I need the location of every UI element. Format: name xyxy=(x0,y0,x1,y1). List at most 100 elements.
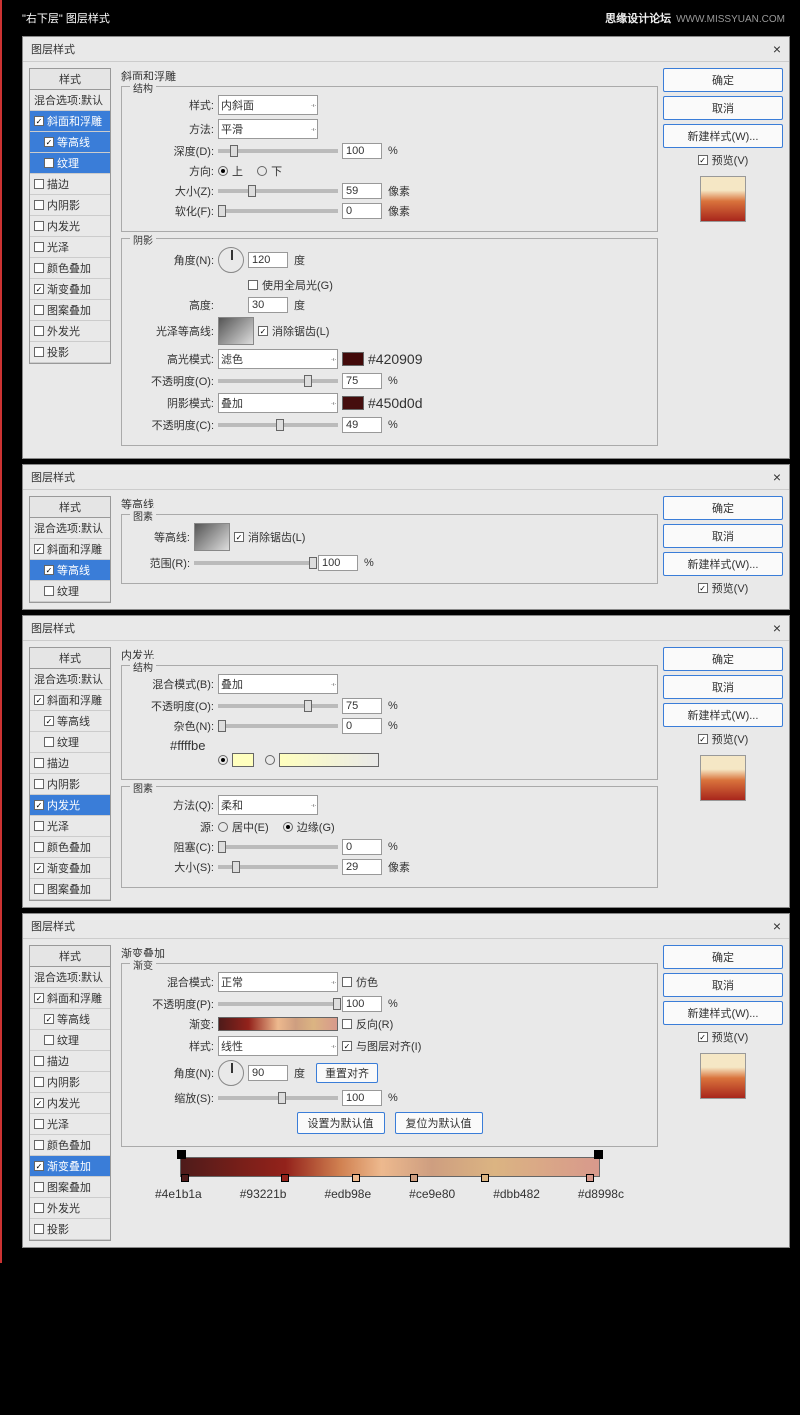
dither-chk[interactable] xyxy=(342,977,352,987)
angle-dial[interactable] xyxy=(218,1060,244,1086)
sh-mode-select[interactable]: 叠加 xyxy=(218,393,338,413)
list-item[interactable]: 内发光 xyxy=(30,216,110,237)
style-select[interactable]: 内斜面 xyxy=(218,95,318,115)
cancel-button[interactable]: 取消 xyxy=(663,96,783,120)
new-style-button[interactable]: 新建样式(W)... xyxy=(663,552,783,576)
new-style-button[interactable]: 新建样式(W)... xyxy=(663,124,783,148)
dir-up-radio[interactable] xyxy=(218,166,228,176)
close-icon[interactable]: × xyxy=(773,41,781,57)
chk[interactable] xyxy=(34,116,44,126)
align-chk[interactable] xyxy=(342,1041,352,1051)
list-item[interactable]: 光泽 xyxy=(30,237,110,258)
close-icon[interactable]: × xyxy=(773,918,781,934)
opacity-stop[interactable] xyxy=(594,1150,603,1159)
range-slider[interactable] xyxy=(194,561,314,565)
range-input[interactable]: 100 xyxy=(318,555,358,571)
cancel-button[interactable]: 取消 xyxy=(663,524,783,548)
list-item[interactable]: 纹理 xyxy=(30,581,110,602)
gloss-contour[interactable] xyxy=(218,317,254,345)
color-stop[interactable] xyxy=(481,1174,489,1182)
sh-swatch[interactable] xyxy=(342,396,364,410)
glow-gradient[interactable] xyxy=(279,753,379,767)
aa-chk[interactable] xyxy=(258,326,268,336)
color-stop[interactable] xyxy=(410,1174,418,1182)
styles-header[interactable]: 样式 xyxy=(29,68,111,90)
depth-input[interactable]: 100 xyxy=(342,143,382,159)
list-item[interactable]: 斜面和浮雕 xyxy=(30,539,110,560)
size-input[interactable]: 59 xyxy=(342,183,382,199)
dir-down-radio[interactable] xyxy=(257,166,267,176)
chk[interactable] xyxy=(34,326,44,336)
hl-swatch[interactable] xyxy=(342,352,364,366)
grad-radio[interactable] xyxy=(265,755,275,765)
reset-align-button[interactable]: 重置对齐 xyxy=(316,1063,378,1083)
list-item[interactable]: 等高线 xyxy=(30,132,110,153)
opacity-stop[interactable] xyxy=(177,1150,186,1159)
set-default-button[interactable]: 设置为默认值 xyxy=(297,1112,385,1134)
color-radio[interactable] xyxy=(218,755,228,765)
blend-default[interactable]: 混合选项:默认 xyxy=(30,90,110,111)
blend-select[interactable]: 叠加 xyxy=(218,674,338,694)
chk[interactable] xyxy=(44,158,54,168)
reverse-chk[interactable] xyxy=(342,1019,352,1029)
soften-input[interactable]: 0 xyxy=(342,203,382,219)
chk[interactable] xyxy=(34,347,44,357)
color-stop[interactable] xyxy=(181,1174,189,1182)
soften-slider[interactable] xyxy=(218,209,338,213)
new-style-button[interactable]: 新建样式(W)... xyxy=(663,703,783,727)
depth-slider[interactable] xyxy=(218,149,338,153)
list-item[interactable]: 图案叠加 xyxy=(30,300,110,321)
ok-button[interactable]: 确定 xyxy=(663,68,783,92)
hl-op-input[interactable]: 75 xyxy=(342,373,382,389)
chk[interactable] xyxy=(34,284,44,294)
new-style-button[interactable]: 新建样式(W)... xyxy=(663,1001,783,1025)
chk[interactable] xyxy=(44,137,54,147)
angle-dial[interactable] xyxy=(218,247,244,273)
reset-default-button[interactable]: 复位为默认值 xyxy=(395,1112,483,1134)
close-icon[interactable]: × xyxy=(773,469,781,485)
gradient-editor[interactable] xyxy=(180,1157,600,1177)
sh-op-input[interactable]: 49 xyxy=(342,417,382,433)
list-item[interactable]: 等高线 xyxy=(30,560,110,581)
edge-radio[interactable] xyxy=(283,822,293,832)
method-select[interactable]: 柔和 xyxy=(218,795,318,815)
center-radio[interactable] xyxy=(218,822,228,832)
ok-button[interactable]: 确定 xyxy=(663,647,783,671)
sh-op-slider[interactable] xyxy=(218,423,338,427)
chk[interactable] xyxy=(34,179,44,189)
chk[interactable] xyxy=(34,200,44,210)
chk[interactable] xyxy=(34,221,44,231)
list-item[interactable]: 内阴影 xyxy=(30,195,110,216)
angle-input[interactable]: 120 xyxy=(248,252,288,268)
close-icon[interactable]: × xyxy=(773,620,781,636)
chk[interactable] xyxy=(34,242,44,252)
list-item[interactable]: 颜色叠加 xyxy=(30,258,110,279)
size-slider[interactable] xyxy=(218,189,338,193)
ok-button[interactable]: 确定 xyxy=(663,945,783,969)
gradient-preview[interactable] xyxy=(218,1017,338,1031)
global-chk[interactable] xyxy=(248,280,258,290)
cancel-button[interactable]: 取消 xyxy=(663,675,783,699)
hl-mode-select[interactable]: 滤色 xyxy=(218,349,338,369)
color-swatch[interactable] xyxy=(232,753,254,767)
aa-chk[interactable] xyxy=(234,532,244,542)
cancel-button[interactable]: 取消 xyxy=(663,973,783,997)
chk[interactable] xyxy=(34,263,44,273)
method-select[interactable]: 平滑 xyxy=(218,119,318,139)
list-item[interactable]: 外发光 xyxy=(30,321,110,342)
blend-select[interactable]: 正常 xyxy=(218,972,338,992)
hl-op-slider[interactable] xyxy=(218,379,338,383)
list-item[interactable]: 纹理 xyxy=(30,153,110,174)
color-stop[interactable] xyxy=(281,1174,289,1182)
grad-style-select[interactable]: 线性 xyxy=(218,1036,338,1056)
list-item[interactable]: 斜面和浮雕 xyxy=(30,111,110,132)
preview-chk[interactable] xyxy=(698,155,708,165)
color-stop[interactable] xyxy=(586,1174,594,1182)
ok-button[interactable]: 确定 xyxy=(663,496,783,520)
chk[interactable] xyxy=(34,305,44,315)
list-item[interactable]: 渐变叠加 xyxy=(30,279,110,300)
list-item[interactable]: 投影 xyxy=(30,342,110,363)
alt-input[interactable]: 30 xyxy=(248,297,288,313)
contour-curve[interactable] xyxy=(194,523,230,551)
color-stop[interactable] xyxy=(352,1174,360,1182)
